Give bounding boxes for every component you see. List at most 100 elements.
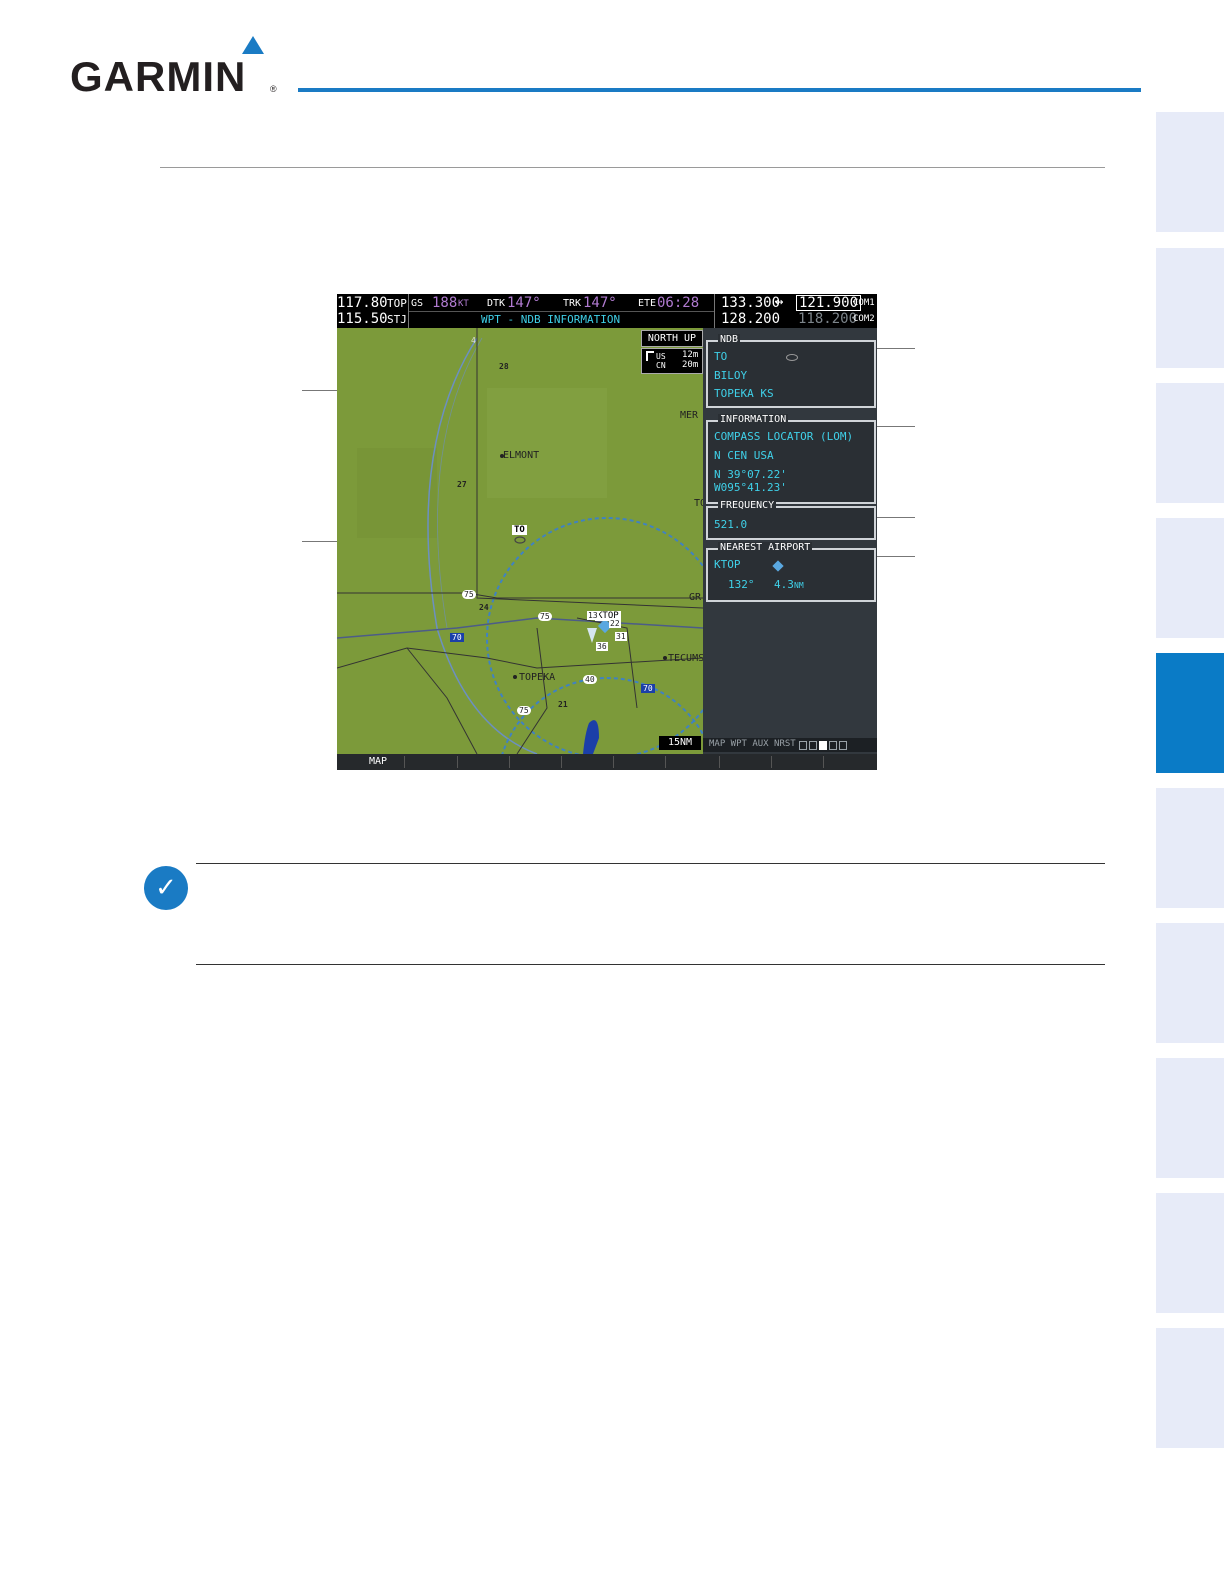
ndb-city: TOPEKA KS (714, 387, 774, 400)
waypoint-info-panel: NDB TO BILOY TOPEKA KS INFORMATION COMPA… (703, 328, 877, 754)
page-indicator-1 (799, 741, 807, 750)
wind-value-us: 12m (682, 350, 699, 360)
side-tab-10[interactable] (1156, 1328, 1224, 1448)
information-type: COMPASS LOCATOR (LOM) (714, 430, 854, 443)
nearest-airport-box-title: NEAREST AIRPORT (718, 542, 813, 554)
frequency-transfer-arrow-icon: ↔ (775, 294, 784, 310)
ete-label: ETE (638, 298, 657, 309)
ndb-ident[interactable]: TO (714, 350, 727, 363)
data-bar-divider (409, 311, 714, 312)
sector-number-27: 27 (457, 480, 467, 489)
nearest-airport-ident: KTOP (714, 558, 741, 571)
interstate-shield-70-b: 70 (641, 684, 655, 693)
side-tab-3[interactable] (1156, 383, 1224, 503)
side-tab-8[interactable] (1156, 1058, 1224, 1178)
note-checkmark-icon: ✓ (144, 866, 188, 910)
page-group-bar: MAP WPT AUX NRST (703, 738, 877, 752)
compass-label: 4 (471, 336, 476, 345)
gs-value: 188 (432, 295, 458, 311)
information-longitude: W095°41.23' (714, 481, 787, 494)
side-tab-1[interactable] (1156, 112, 1224, 232)
page-group-label: MAP WPT AUX NRST (709, 739, 796, 749)
top-status-bar: 117.80 TOP 115.50 STJ GS 188 KT DTK 147°… (337, 294, 877, 328)
gs-unit: KT (458, 299, 469, 309)
runway-label-22: 22 (609, 619, 621, 628)
side-tab-9[interactable] (1156, 1193, 1224, 1313)
nav1-ident: TOP (387, 297, 407, 310)
route-shield-75-a: 75 (462, 590, 476, 599)
softkey-divider (561, 756, 562, 768)
ndb-symbol-icon (786, 354, 798, 361)
sector-number-21: 21 (558, 700, 568, 709)
frequency-box-title: FREQUENCY (718, 500, 777, 512)
com1-active-frequency: 133.300 (721, 295, 781, 311)
nearest-airport-box: NEAREST AIRPORT KTOP 132° 4.3 NM (706, 542, 876, 602)
navigation-map[interactable]: ELMONT TOPEKA TECUMS MER TO GR TO KTOP 4… (337, 328, 703, 754)
section-rule (160, 167, 1105, 168)
sector-number-28: 28 (499, 362, 509, 371)
ndb-map-label[interactable]: TO (512, 525, 527, 535)
information-latitude: N 39°07.22' (714, 468, 787, 481)
side-tab-5-active[interactable] (1156, 653, 1224, 773)
wind-value-cn: 20m (682, 360, 699, 370)
north-up-indicator[interactable]: NORTH UP (641, 330, 703, 347)
com-divider (714, 294, 715, 328)
softkey-divider (665, 756, 666, 768)
wind-legend-cn: CN (656, 361, 666, 370)
ndb-box[interactable]: NDB TO BILOY TOPEKA KS (706, 334, 876, 408)
softkey-divider (823, 756, 824, 768)
nav2-ident: STJ (387, 313, 407, 326)
com1-label: COM1 (853, 298, 875, 308)
side-tab-6[interactable] (1156, 788, 1224, 908)
ndb-box-title: NDB (718, 334, 741, 346)
map-label-to-edge: TO (694, 498, 703, 509)
garmin-logo: GARMIN (70, 53, 247, 100)
softkey-divider (613, 756, 614, 768)
map-label-tecums: TECUMS (668, 653, 703, 664)
page-indicator-5 (839, 741, 847, 750)
interstate-shield-70-a: 70 (450, 633, 464, 642)
com1-standby-frequency[interactable]: 121.900 (796, 295, 862, 311)
runway-label-36: 36 (596, 642, 608, 651)
map-label-elmont: ELMONT (503, 450, 540, 461)
route-shield-75-b: 75 (538, 612, 552, 621)
softkey-bar: MAP (337, 754, 877, 770)
wind-legend-icon (646, 351, 654, 361)
ete-value: 06:28 (657, 295, 700, 311)
side-tab-4[interactable] (1156, 518, 1224, 638)
gs-label: GS (411, 298, 424, 309)
side-tab-2[interactable] (1156, 248, 1224, 368)
softkey-map[interactable]: MAP (353, 756, 403, 768)
com2-standby-frequency: 118.200 (798, 311, 858, 327)
com2-active-frequency: 128.200 (721, 311, 781, 327)
sector-number-24: 24 (479, 603, 489, 612)
wind-legend-us: US (656, 352, 666, 361)
trk-value: 147° (583, 295, 617, 311)
softkey-divider (509, 756, 510, 768)
softkey-divider (457, 756, 458, 768)
trk-label: TRK (563, 298, 582, 309)
note-rule-bottom (196, 964, 1105, 965)
route-shield-40: 40 (583, 675, 597, 684)
nearest-airport-distance-unit: NM (794, 581, 804, 590)
nav2-frequency: 115.50 (337, 311, 388, 327)
runway-label-31: 31 (615, 632, 627, 641)
softkey-divider (719, 756, 720, 768)
nearest-airport-bearing: 132° (728, 578, 755, 591)
ndb-name: BILOY (714, 369, 748, 382)
map-label-mer: MER (680, 410, 699, 421)
nav1-frequency: 117.80 (337, 295, 388, 311)
route-shield-75-c: 75 (517, 706, 531, 715)
map-label-topeka: TOPEKA (519, 672, 556, 683)
information-box: INFORMATION COMPASS LOCATOR (LOM) N CEN … (706, 414, 876, 504)
wind-legend-box: US CN 12m 20m (641, 348, 703, 374)
softkey-divider (771, 756, 772, 768)
callout-line-ndb (872, 348, 915, 349)
runway-label-13: 13 (587, 611, 599, 620)
side-tab-7[interactable] (1156, 923, 1224, 1043)
logo-triangle-icon (242, 36, 264, 54)
softkey-divider (404, 756, 405, 768)
callout-line-information (872, 426, 915, 427)
map-scale[interactable]: 15NM (659, 736, 701, 750)
information-region: N CEN USA (714, 449, 774, 462)
